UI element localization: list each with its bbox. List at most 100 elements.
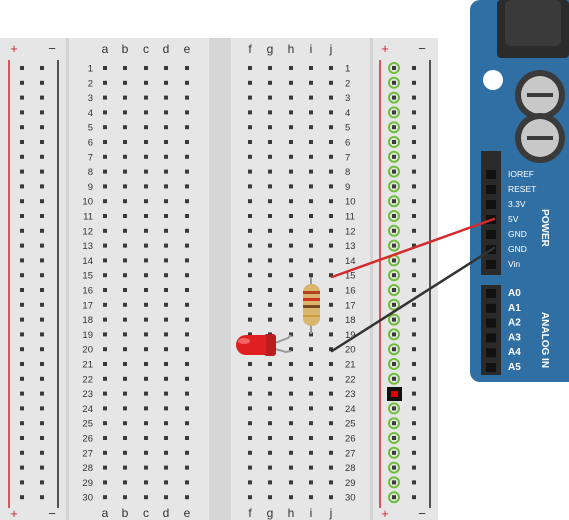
left-rail-hole[interactable] xyxy=(20,125,24,130)
hole-a30[interactable] xyxy=(103,495,107,500)
hole-i30[interactable] xyxy=(309,495,313,500)
hole-a27[interactable] xyxy=(103,450,107,455)
hole-g23[interactable] xyxy=(268,391,272,396)
right-rail-hole[interactable] xyxy=(412,258,416,263)
hole-c28[interactable] xyxy=(144,465,148,470)
hole-d15[interactable] xyxy=(164,273,168,278)
hole-f26[interactable] xyxy=(248,436,252,440)
hole-c6[interactable] xyxy=(144,140,148,144)
hole-e23[interactable] xyxy=(185,391,189,396)
hole-g6[interactable] xyxy=(268,140,272,144)
hole-g26[interactable] xyxy=(268,436,272,440)
hole-b28[interactable] xyxy=(123,465,127,470)
hole-e14[interactable] xyxy=(185,258,189,263)
right-rail-hole[interactable] xyxy=(412,362,416,366)
hole-f22[interactable] xyxy=(248,376,252,381)
right-rail-hole[interactable] xyxy=(412,140,416,144)
hole-h23[interactable] xyxy=(289,391,293,396)
left-rail-hole[interactable] xyxy=(40,302,44,307)
hole-g21[interactable] xyxy=(268,362,272,366)
hole-d19[interactable] xyxy=(164,332,168,337)
hole-g2[interactable] xyxy=(268,80,272,85)
hole-h6[interactable] xyxy=(289,140,293,144)
hole-j13[interactable] xyxy=(329,243,333,248)
hole-c12[interactable] xyxy=(144,228,148,233)
right-rail-hole[interactable] xyxy=(412,95,416,100)
left-rail-hole[interactable] xyxy=(20,140,24,144)
hole-b2[interactable] xyxy=(123,80,127,85)
hole-h9[interactable] xyxy=(289,184,293,189)
hole-e16[interactable] xyxy=(185,288,189,292)
hole-h21[interactable] xyxy=(289,362,293,366)
hole-e5[interactable] xyxy=(185,125,189,130)
hole-b10[interactable] xyxy=(123,199,127,204)
hole-h16[interactable] xyxy=(289,288,293,292)
hole-g9[interactable] xyxy=(268,184,272,189)
hole-f7[interactable] xyxy=(248,154,252,159)
left-rail-hole[interactable] xyxy=(20,184,24,189)
left-rail-hole[interactable] xyxy=(40,347,44,352)
hole-b4[interactable] xyxy=(123,110,127,115)
hole-b27[interactable] xyxy=(123,450,127,455)
analog-pin-a4[interactable] xyxy=(486,348,496,358)
hole-d8[interactable] xyxy=(164,169,168,174)
hole-d20[interactable] xyxy=(164,347,168,352)
left-rail-hole[interactable] xyxy=(20,258,24,263)
hole-d22[interactable] xyxy=(164,376,168,381)
hole-b6[interactable] xyxy=(123,140,127,144)
power-pin-ioref[interactable] xyxy=(486,170,496,179)
hole-g1[interactable] xyxy=(268,66,272,70)
hole-g22[interactable] xyxy=(268,376,272,381)
left-rail-hole[interactable] xyxy=(20,391,24,396)
hole-j19[interactable] xyxy=(329,332,333,337)
left-rail-hole[interactable] xyxy=(20,95,24,100)
hole-c15[interactable] xyxy=(144,273,148,278)
analog-pin-a3[interactable] xyxy=(486,333,496,343)
hole-i12[interactable] xyxy=(309,228,313,233)
hole-h11[interactable] xyxy=(289,214,293,218)
right-rail-hole[interactable] xyxy=(412,480,416,485)
left-rail-hole[interactable] xyxy=(40,228,44,233)
right-rail-hole[interactable] xyxy=(412,288,416,292)
hole-g28[interactable] xyxy=(268,465,272,470)
hole-a8[interactable] xyxy=(103,169,107,174)
hole-b26[interactable] xyxy=(123,436,127,440)
left-rail-hole[interactable] xyxy=(20,332,24,337)
hole-c21[interactable] xyxy=(144,362,148,366)
hole-h29[interactable] xyxy=(289,480,293,485)
hole-f4[interactable] xyxy=(248,110,252,115)
hole-e9[interactable] xyxy=(185,184,189,189)
hole-b5[interactable] xyxy=(123,125,127,130)
hole-a11[interactable] xyxy=(103,214,107,218)
hole-j23[interactable] xyxy=(329,391,333,396)
hole-e18[interactable] xyxy=(185,317,189,322)
hole-f24[interactable] xyxy=(248,406,252,411)
right-rail-hole[interactable] xyxy=(412,80,416,85)
right-rail-hole[interactable] xyxy=(412,110,416,115)
hole-h8[interactable] xyxy=(289,169,293,174)
hole-h3[interactable] xyxy=(289,95,293,100)
left-rail-hole[interactable] xyxy=(20,214,24,218)
left-rail-hole[interactable] xyxy=(40,362,44,366)
hole-j7[interactable] xyxy=(329,154,333,159)
right-rail-hole[interactable] xyxy=(412,391,416,396)
left-rail-hole[interactable] xyxy=(40,125,44,130)
hole-c7[interactable] xyxy=(144,154,148,159)
right-rail-hole[interactable] xyxy=(412,436,416,440)
hole-c29[interactable] xyxy=(144,480,148,485)
hole-e4[interactable] xyxy=(185,110,189,115)
hole-h12[interactable] xyxy=(289,228,293,233)
hole-h14[interactable] xyxy=(289,258,293,263)
hole-j21[interactable] xyxy=(329,362,333,366)
right-rail-hole[interactable] xyxy=(412,332,416,337)
breadboard-canvas[interactable]: + − + − + − + − IOREF RESET 3.3V 5V GND GND Vi… xyxy=(0,0,569,520)
hole-j3[interactable] xyxy=(329,95,333,100)
hole-e27[interactable] xyxy=(185,450,189,455)
left-rail-hole[interactable] xyxy=(40,140,44,144)
hole-g18[interactable] xyxy=(268,317,272,322)
hole-a28[interactable] xyxy=(103,465,107,470)
hole-h22[interactable] xyxy=(289,376,293,381)
hole-d3[interactable] xyxy=(164,95,168,100)
hole-i6[interactable] xyxy=(309,140,313,144)
left-rail-hole[interactable] xyxy=(20,376,24,381)
